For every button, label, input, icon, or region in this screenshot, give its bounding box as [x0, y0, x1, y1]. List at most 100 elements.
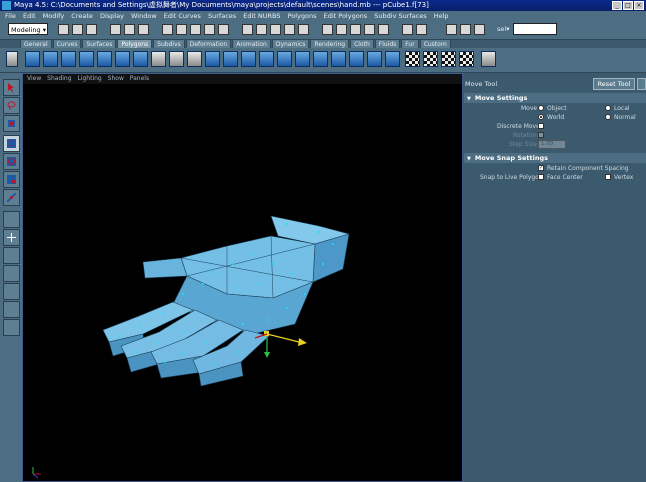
- reset-tool-button[interactable]: Reset Tool: [593, 78, 635, 90]
- select-object-icon[interactable]: [124, 24, 135, 35]
- make-live-icon[interactable]: [298, 24, 309, 35]
- face-center-checkbox[interactable]: [538, 174, 544, 180]
- tool-settings-icon[interactable]: [474, 24, 485, 35]
- menu-edit-nurbs[interactable]: Edit NURBS: [243, 12, 280, 20]
- tab-general[interactable]: General: [20, 39, 52, 48]
- menu-modify[interactable]: Modify: [43, 12, 65, 20]
- poly-cone-icon[interactable]: [79, 51, 94, 67]
- boolean-icon[interactable]: [187, 51, 202, 67]
- input-line-icon[interactable]: [416, 24, 427, 35]
- panel-menu-view[interactable]: View: [27, 75, 41, 82]
- close-button[interactable]: ×: [634, 1, 644, 10]
- channel-box-icon[interactable]: [446, 24, 457, 35]
- menu-subdiv-surfaces[interactable]: Subdiv Surfaces: [374, 12, 426, 20]
- select-tool[interactable]: [3, 79, 20, 96]
- mask-uv-icon[interactable]: [204, 24, 215, 35]
- tab-rendering[interactable]: Rendering: [310, 39, 350, 48]
- radio-object[interactable]: [538, 105, 544, 111]
- panel-menu-show[interactable]: Show: [108, 75, 124, 82]
- snap-view-icon[interactable]: [284, 24, 295, 35]
- move-tool[interactable]: [3, 135, 20, 152]
- mode-selector[interactable]: Modeling ▾: [8, 23, 48, 35]
- merge-vertices-icon[interactable]: [331, 51, 346, 67]
- mask-edge-icon[interactable]: [176, 24, 187, 35]
- menu-surfaces[interactable]: Surfaces: [208, 12, 236, 20]
- wedge-face-icon[interactable]: [367, 51, 382, 67]
- extrude-edge-icon[interactable]: [241, 51, 256, 67]
- tab-custom[interactable]: Custom: [419, 39, 451, 48]
- layout-outliner-icon[interactable]: [3, 265, 20, 282]
- poly-sphere-icon[interactable]: [25, 51, 40, 67]
- bevel-icon[interactable]: [259, 51, 274, 67]
- poly-prism-icon[interactable]: [133, 51, 148, 67]
- mask-face-icon[interactable]: [190, 24, 201, 35]
- viewport-perspective[interactable]: View Shading Lighting Show Panels: [22, 73, 463, 482]
- render-view-icon[interactable]: [336, 24, 347, 35]
- move-manipulator[interactable]: [254, 331, 307, 358]
- maximize-button[interactable]: □: [623, 1, 633, 10]
- retain-spacing-checkbox[interactable]: ✓: [538, 165, 544, 171]
- tab-subdivs[interactable]: Subdivs: [153, 39, 185, 48]
- menu-window[interactable]: Window: [131, 12, 157, 20]
- minimize-button[interactable]: _: [612, 1, 622, 10]
- radio-normal[interactable]: [605, 114, 611, 120]
- radio-local[interactable]: [605, 105, 611, 111]
- combine-icon[interactable]: [151, 51, 166, 67]
- split-polygon-icon[interactable]: [277, 51, 292, 67]
- step-size-field[interactable]: 1.00: [538, 140, 566, 149]
- layout-single-icon[interactable]: [3, 211, 20, 228]
- select-by-name-input[interactable]: [513, 23, 557, 35]
- poly-torus-icon[interactable]: [115, 51, 130, 67]
- spherical-mapping-icon[interactable]: [441, 51, 456, 67]
- render-icon[interactable]: [350, 24, 361, 35]
- hand-polygon-mesh[interactable]: [102, 215, 351, 387]
- panel-menu-shading[interactable]: Shading: [47, 75, 71, 82]
- scale-tool[interactable]: [3, 171, 20, 188]
- layout-split-icon[interactable]: [3, 247, 20, 264]
- tab-polygons[interactable]: Polygons: [117, 39, 153, 48]
- ipr-render-icon[interactable]: [364, 24, 375, 35]
- save-scene-icon[interactable]: [86, 24, 97, 35]
- layout-hypershade-icon[interactable]: [3, 301, 20, 318]
- menu-display[interactable]: Display: [100, 12, 124, 20]
- rotation-checkbox[interactable]: [538, 132, 544, 138]
- layout-extra-icon[interactable]: [3, 319, 20, 336]
- select-hierarchy-icon[interactable]: [110, 24, 121, 35]
- vertex-checkbox[interactable]: [605, 174, 611, 180]
- open-scene-icon[interactable]: [72, 24, 83, 35]
- panel-menu-panels[interactable]: Panels: [130, 75, 149, 82]
- radio-world[interactable]: [538, 114, 544, 120]
- move-settings-header[interactable]: ▼ Move Settings: [464, 93, 646, 103]
- shelf-menu-icon[interactable]: [6, 51, 18, 67]
- planar-mapping-icon[interactable]: [405, 51, 420, 67]
- menu-polygons[interactable]: Polygons: [288, 12, 317, 20]
- smooth-icon[interactable]: [205, 51, 220, 67]
- subdivide-icon[interactable]: [385, 51, 400, 67]
- menu-help[interactable]: Help: [434, 12, 449, 20]
- texture-editor-icon[interactable]: [481, 51, 496, 67]
- rotate-tool[interactable]: [3, 153, 20, 170]
- discrete-move-checkbox[interactable]: [538, 123, 544, 129]
- tab-cloth[interactable]: Cloth: [350, 39, 374, 48]
- quick-select-icon[interactable]: [402, 24, 413, 35]
- lasso-tool[interactable]: [3, 97, 20, 114]
- attribute-editor-icon[interactable]: [460, 24, 471, 35]
- move-snap-settings-header[interactable]: ▼ Move Snap Settings: [464, 153, 646, 163]
- menu-edit[interactable]: Edit: [23, 12, 36, 20]
- menu-create[interactable]: Create: [71, 12, 93, 20]
- collapse-icon[interactable]: [349, 51, 364, 67]
- poly-plane-icon[interactable]: [97, 51, 112, 67]
- manipulator-tool[interactable]: [3, 189, 20, 206]
- history-icon[interactable]: [322, 24, 333, 35]
- snap-curve-icon[interactable]: [256, 24, 267, 35]
- menu-edit-curves[interactable]: Edit Curves: [164, 12, 201, 20]
- layout-graph-icon[interactable]: [3, 283, 20, 300]
- render-globals-icon[interactable]: [378, 24, 389, 35]
- tab-fur[interactable]: Fur: [401, 39, 419, 48]
- tab-fluids[interactable]: Fluids: [374, 39, 401, 48]
- layout-four-icon[interactable]: [3, 229, 20, 246]
- menu-file[interactable]: File: [5, 12, 16, 20]
- mask-misc-icon[interactable]: [218, 24, 229, 35]
- mask-vertex-icon[interactable]: [162, 24, 173, 35]
- paint-select-tool[interactable]: [3, 115, 20, 132]
